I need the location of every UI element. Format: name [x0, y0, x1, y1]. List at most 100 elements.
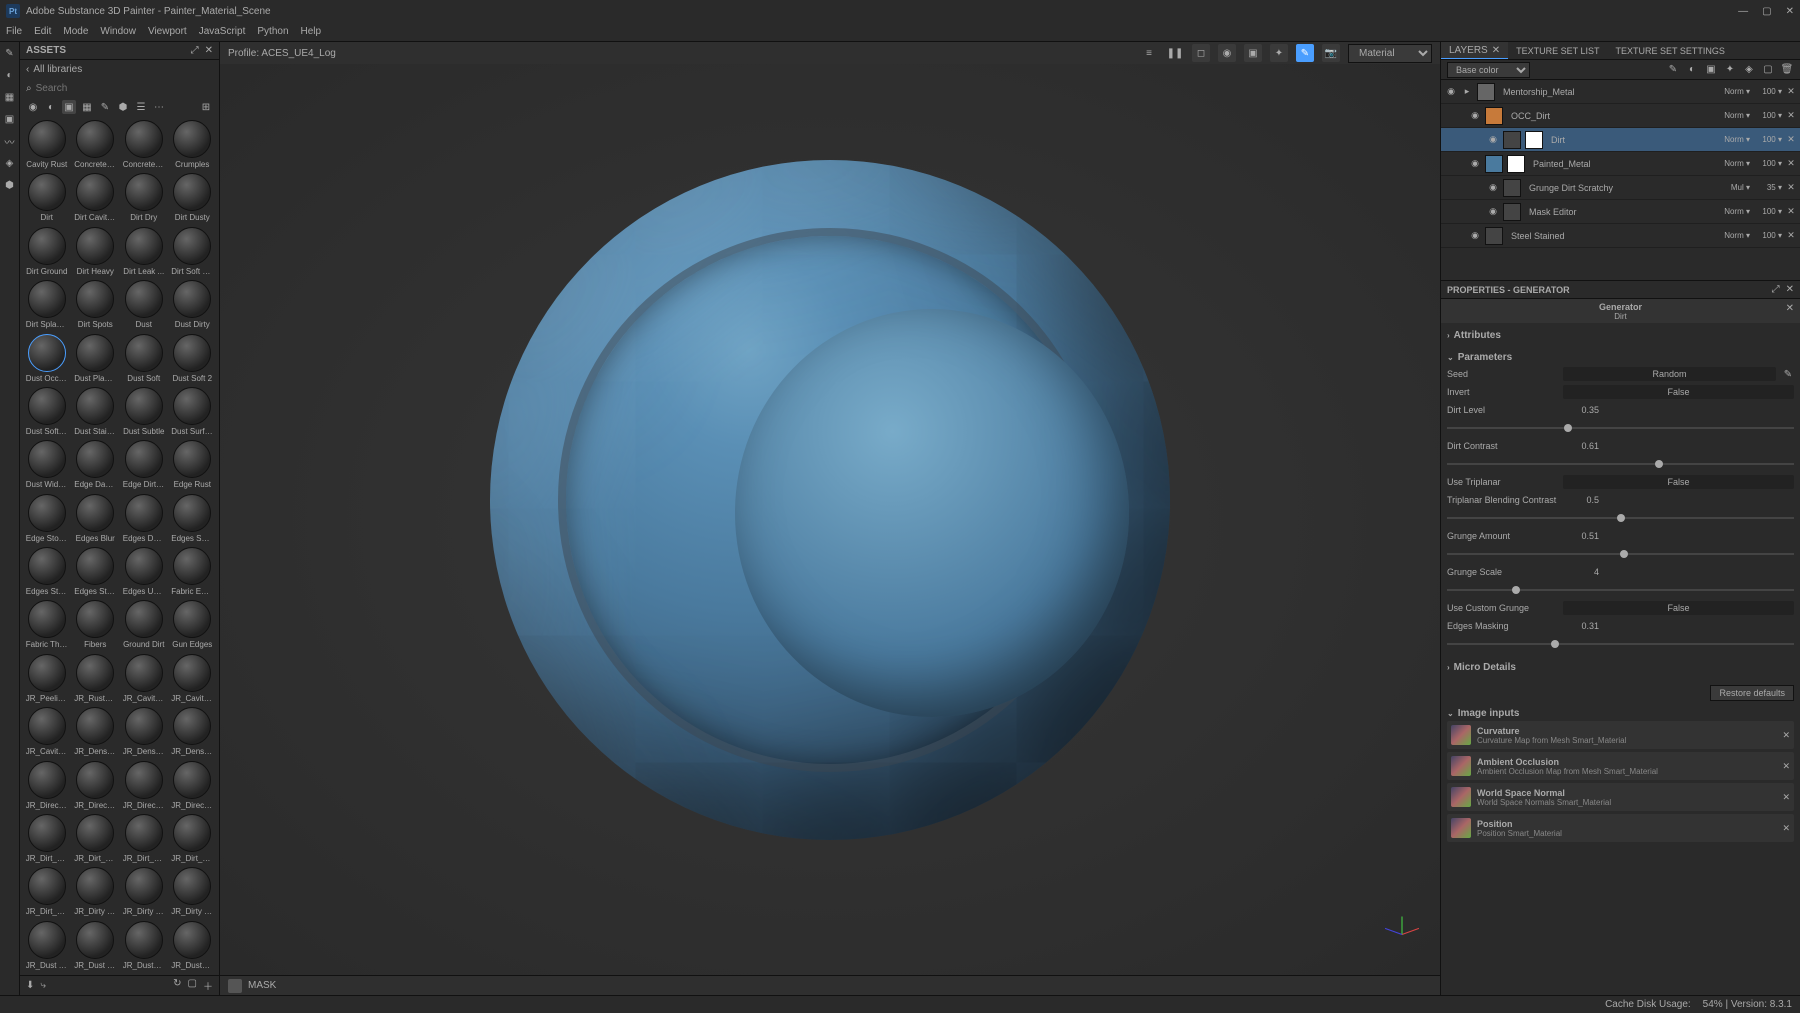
filter-smart-icon[interactable]: ▣ [62, 100, 76, 114]
remove-input-icon[interactable]: ✕ [1782, 761, 1790, 772]
asset-item[interactable]: JR_Dirt_Fine [121, 814, 167, 864]
seed-button[interactable]: Random [1563, 367, 1776, 381]
visibility-icon[interactable]: ◉ [1487, 182, 1499, 194]
mask-thumb[interactable] [1507, 155, 1525, 173]
material-icon[interactable]: ⬢ [3, 178, 17, 192]
edges-masking-slider[interactable] [1447, 643, 1794, 645]
visibility-icon[interactable]: ◉ [1469, 230, 1481, 242]
asset-item[interactable]: Fabric Thre... [24, 600, 70, 650]
asset-item[interactable]: Edge Stone... [24, 494, 70, 544]
opacity-value[interactable]: 100 ▾ [1758, 231, 1782, 240]
asset-item[interactable]: Dirt Soft B... [170, 227, 216, 277]
asset-item[interactable]: Dirt Splash... [24, 280, 70, 330]
asset-item[interactable]: JR_Directio... [121, 761, 167, 811]
layer-row[interactable]: ◉ Grunge Dirt Scratchy Mul ▾ 35 ▾ ✕ [1441, 176, 1800, 200]
mask-thumb[interactable] [1525, 131, 1543, 149]
blend-mode[interactable]: Norm ▾ [1724, 207, 1750, 216]
asset-item[interactable]: JR_Dust_Fi... [170, 921, 216, 971]
section-micro[interactable]: ›Micro Details [1447, 659, 1794, 675]
channel-dropdown[interactable]: Base color [1447, 62, 1530, 78]
delete-layer-icon[interactable]: 🗑 [1780, 63, 1794, 77]
filter-all-icon[interactable]: ◉ [26, 100, 40, 114]
path-icon[interactable]: ⤷ [40, 980, 46, 991]
mask-preview-icon[interactable] [228, 979, 242, 993]
asset-item[interactable]: Dust Plastic [73, 334, 119, 384]
delete-icon[interactable]: ✕ [1786, 206, 1796, 217]
visibility-icon[interactable]: ◉ [1487, 134, 1499, 146]
delete-icon[interactable]: ✕ [1786, 158, 1796, 169]
bake-icon[interactable]: ✦ [1270, 44, 1288, 62]
menu-window[interactable]: Window [100, 26, 136, 37]
filter-brush-icon[interactable]: ✎ [98, 100, 112, 114]
axis-gizmo[interactable] [1382, 903, 1422, 943]
asset-item[interactable]: Dirt Dry [121, 173, 167, 223]
asset-item[interactable]: JR_Cavity_... [24, 707, 70, 757]
library-crumb[interactable]: All libraries [33, 64, 82, 75]
dirt-level-slider[interactable] [1447, 427, 1794, 429]
filter-more-icon[interactable]: ⋯ [152, 100, 166, 114]
section-image-inputs[interactable]: ⌄Image inputs [1447, 705, 1794, 721]
perspective-icon[interactable]: ◻ [1192, 44, 1210, 62]
asset-item[interactable]: Dust [121, 280, 167, 330]
viewport-3d[interactable] [220, 64, 1440, 975]
layer-thumb[interactable] [1503, 131, 1521, 149]
asset-item[interactable]: JR_Dirty Le... [73, 867, 119, 917]
delete-icon[interactable]: ✕ [1786, 134, 1796, 145]
layer-row[interactable]: ◉DirtNorm ▾100 ▾✕ [1441, 128, 1800, 152]
folder-icon[interactable]: ▢ [188, 978, 197, 993]
asset-item[interactable]: Fibers [73, 600, 119, 650]
undock-icon[interactable]: ⤢ [1772, 284, 1780, 295]
add-smart-icon[interactable]: ◈ [1742, 63, 1756, 77]
section-parameters[interactable]: ⌄Parameters [1447, 349, 1794, 365]
search-input[interactable] [36, 83, 213, 94]
layer-row[interactable]: ◉OCC_DirtNorm ▾100 ▾✕ [1441, 104, 1800, 128]
blend-mode[interactable]: Norm ▾ [1724, 231, 1750, 240]
filter-alpha-icon[interactable]: ⬢ [116, 100, 130, 114]
asset-item[interactable]: Ground Dirt [121, 600, 167, 650]
asset-item[interactable]: JR_Rust_Fine [73, 654, 119, 704]
asset-item[interactable]: JR_Densty ... [73, 707, 119, 757]
asset-item[interactable]: Dust Soft E... [24, 387, 70, 437]
filter-materials-icon[interactable]: ◐ [44, 100, 58, 114]
image-input-row[interactable]: Ambient OcclusionAmbient Occlusion Map f… [1447, 752, 1794, 780]
triplanar-slider[interactable] [1447, 517, 1794, 519]
asset-item[interactable]: JR_Directio... [73, 761, 119, 811]
grunge-scale-slider[interactable] [1447, 589, 1794, 591]
blend-mode[interactable]: Mul ▾ [1731, 183, 1750, 192]
asset-item[interactable]: JR_Cavity_... [121, 654, 167, 704]
layer-row[interactable]: ◉▸Mentorship_MetalNorm ▾100 ▾✕ [1441, 80, 1800, 104]
asset-item[interactable]: JR_Cavity_... [170, 654, 216, 704]
layer-name[interactable]: OCC_Dirt [1507, 111, 1720, 121]
menu-edit[interactable]: Edit [34, 26, 51, 37]
menu-python[interactable]: Python [257, 26, 288, 37]
delete-icon[interactable]: ✕ [1786, 86, 1796, 97]
add-icon[interactable]: ＋ [203, 978, 213, 993]
opacity-value[interactable]: 100 ▾ [1758, 207, 1782, 216]
asset-item[interactable]: JR_Dirty Le... [170, 867, 216, 917]
asset-item[interactable]: Crumples [170, 120, 216, 170]
asset-item[interactable]: Edge Dam... [73, 440, 119, 490]
tab-texture-set-list[interactable]: TEXTURE SET LIST [1508, 42, 1607, 59]
add-mask-icon[interactable]: ◐ [1685, 63, 1699, 77]
asset-item[interactable]: Edges Uber [121, 547, 167, 597]
visibility-icon[interactable]: ◉ [1445, 86, 1457, 98]
visibility-icon[interactable]: ◉ [1487, 206, 1499, 218]
image-input-row[interactable]: CurvatureCurvature Map from Mesh Smart_M… [1447, 721, 1794, 749]
image-input-row[interactable]: World Space NormalWorld Space Normals Sm… [1447, 783, 1794, 811]
display-settings-icon[interactable]: ≡ [1140, 44, 1158, 62]
delete-icon[interactable]: ✕ [1786, 110, 1796, 121]
layer-thumb[interactable] [1503, 179, 1521, 197]
menu-help[interactable]: Help [301, 26, 322, 37]
layer-name[interactable]: Grunge Dirt Scratchy [1525, 183, 1727, 193]
asset-item[interactable]: Dust Stained [73, 387, 119, 437]
delete-icon[interactable]: ✕ [1786, 182, 1796, 193]
menu-javascript[interactable]: JavaScript [199, 26, 246, 37]
opacity-value[interactable]: 100 ▾ [1758, 111, 1782, 120]
blend-mode[interactable]: Norm ▾ [1724, 87, 1750, 96]
folder-icon[interactable]: ▸ [1461, 86, 1473, 98]
blend-mode[interactable]: Norm ▾ [1724, 135, 1750, 144]
visibility-icon[interactable]: ◉ [1469, 110, 1481, 122]
remove-input-icon[interactable]: ✕ [1782, 792, 1790, 803]
opacity-value[interactable]: 35 ▾ [1758, 183, 1782, 192]
filter-settings-icon[interactable]: ☰ [134, 100, 148, 114]
